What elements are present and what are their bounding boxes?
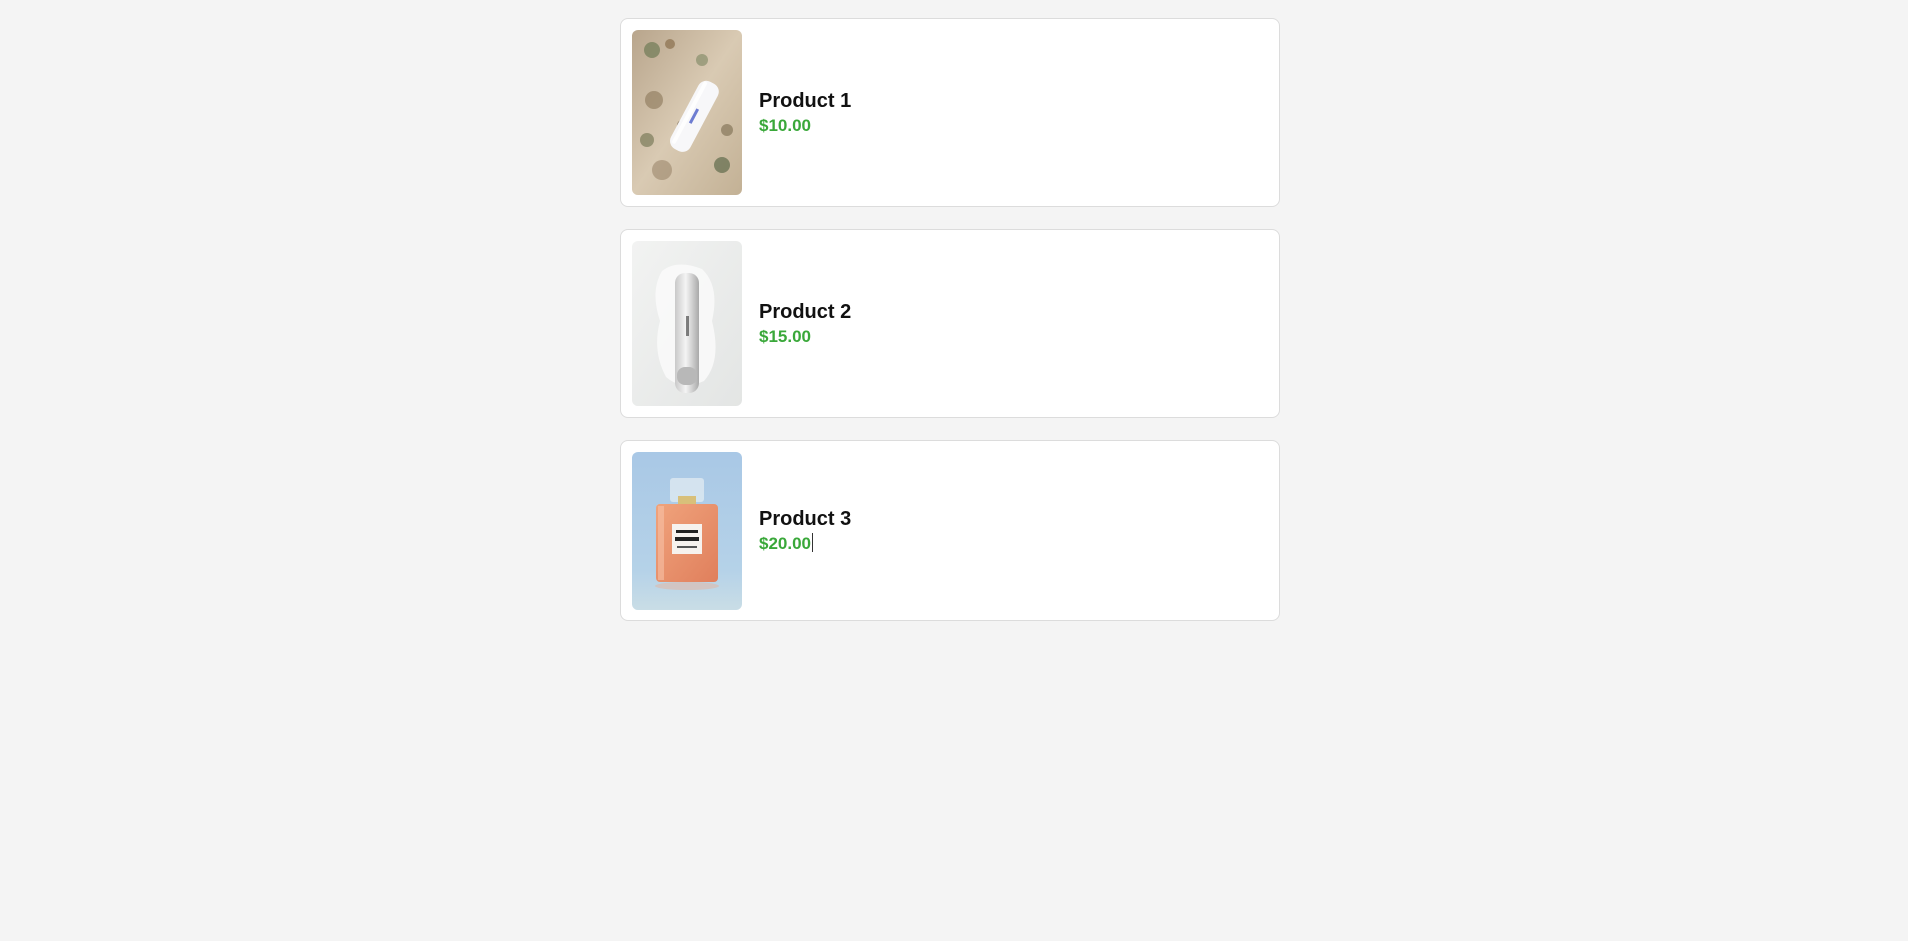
product-image-1[interactable] [632,30,742,195]
product-info-2: Product 2 $15.00 [759,299,851,348]
product-price-wrapper: $20.00 [759,533,851,555]
product-list: Product 1 $10.00 Product 2 $15.00 Produc… [620,18,1280,621]
text-caret [812,533,813,552]
silver-tube-on-white-icon [632,241,742,406]
product-image-3[interactable] [632,451,742,610]
white-tube-on-sand-icon [632,30,742,195]
product-info-3: Product 3 $20.00 [759,506,851,555]
product-price: $10.00 [759,116,811,135]
product-card-1[interactable]: Product 1 $10.00 [620,18,1280,207]
product-title: Product 3 [759,508,852,530]
product-image-2[interactable] [632,241,742,406]
product-card-2[interactable]: Product 2 $15.00 [620,229,1280,418]
product-price: $15.00 [759,327,811,346]
product-info-1: Product 1 $10.00 [759,88,851,137]
product-title: Product 1 [759,90,852,112]
product-card-3[interactable]: Product 3 $20.00 [620,440,1280,621]
product-price: $20.00 [759,534,811,553]
product-title: Product 2 [759,301,852,323]
perfume-bottle-icon [632,451,742,610]
